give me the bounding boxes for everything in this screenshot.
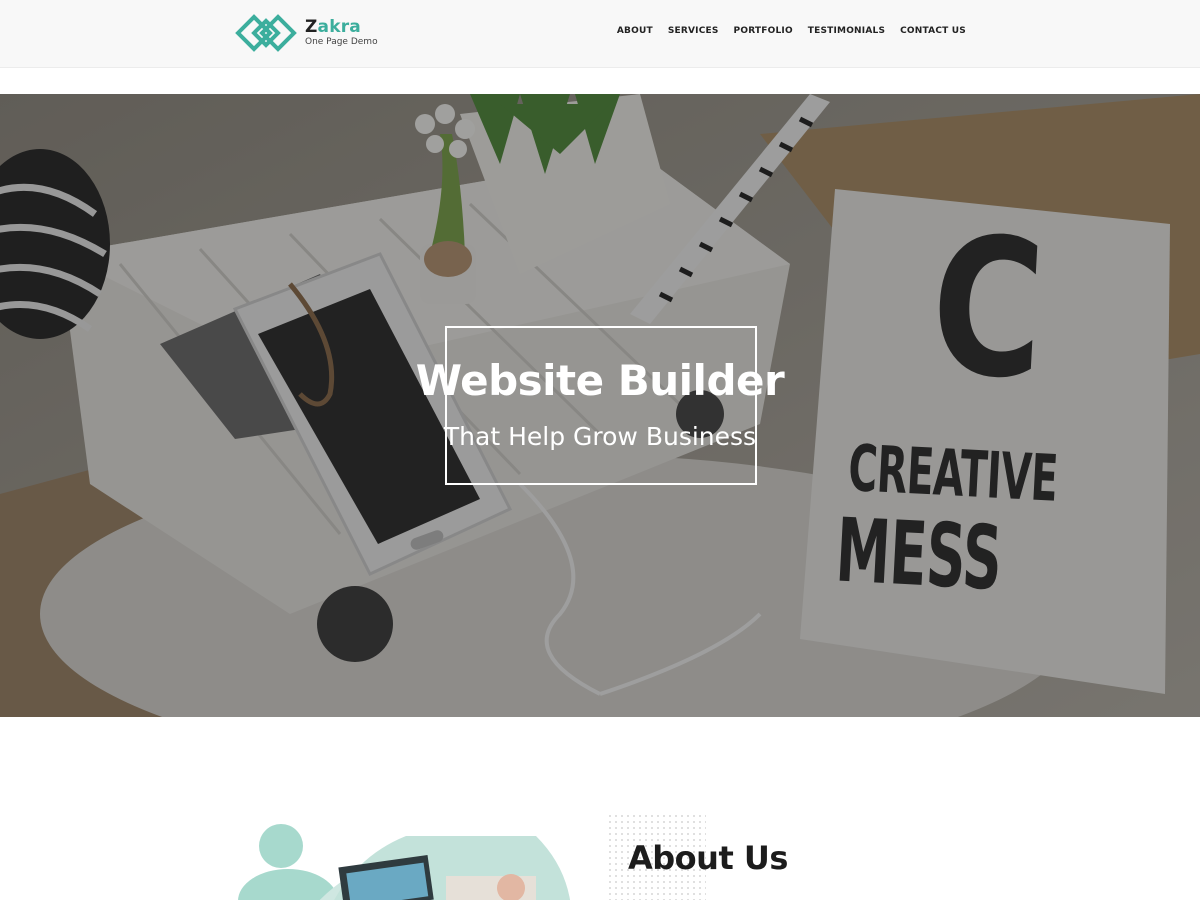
about-us-heading: About Us	[628, 839, 788, 877]
brand-name: Zakra	[305, 19, 378, 36]
nav-item-about[interactable]: ABOUT	[617, 26, 653, 36]
site-header: Zakra One Page Demo ABOUT SERVICES PORTF…	[0, 0, 1200, 68]
nav-item-portfolio[interactable]: PORTFOLIO	[734, 26, 793, 36]
main-navigation: ABOUT SERVICES PORTFOLIO TESTIMONIALS CO…	[617, 26, 966, 36]
nav-item-contact-us[interactable]: CONTACT US	[900, 26, 966, 36]
nav-item-testimonials[interactable]: TESTIMONIALS	[808, 26, 885, 36]
about-section: About Us	[0, 717, 1200, 900]
about-illustration	[238, 824, 571, 900]
site-logo-link[interactable]: Zakra One Page Demo	[234, 9, 378, 57]
brand-tagline: One Page Demo	[305, 37, 378, 47]
hero-title: Website Builder	[415, 356, 785, 405]
hero-text-frame	[445, 326, 757, 485]
zakra-logo-icon	[235, 14, 297, 52]
nav-item-services[interactable]: SERVICES	[668, 26, 719, 36]
brand-text: Zakra One Page Demo	[305, 19, 378, 47]
brand-name-rest: akra	[317, 17, 361, 37]
brand-name-first: Z	[305, 17, 318, 37]
hero-banner: C CREATIVE MESS Website Builder That Hel…	[0, 94, 1200, 717]
hero-subtitle: That Help Grow Business	[443, 422, 757, 451]
